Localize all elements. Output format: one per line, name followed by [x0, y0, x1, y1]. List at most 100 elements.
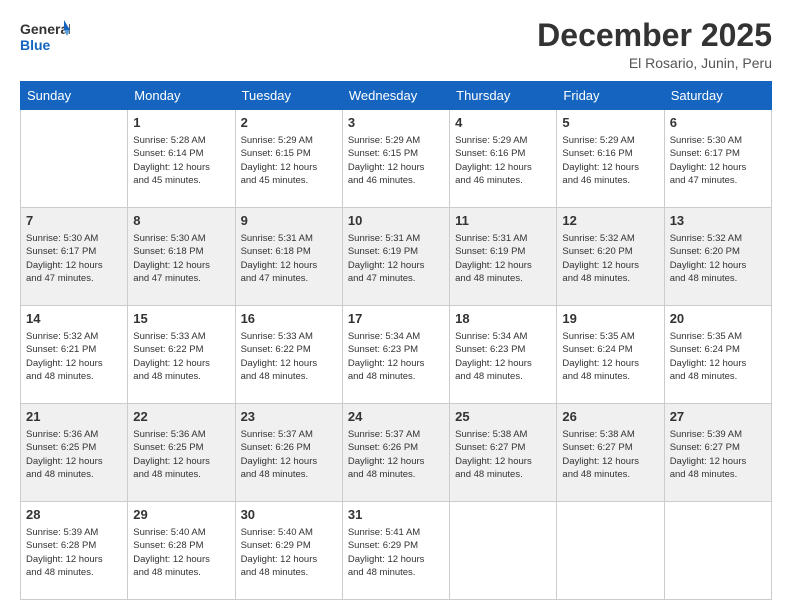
day-number: 15: [133, 310, 229, 328]
day-info: Sunrise: 5:33 AM Sunset: 6:22 PM Dayligh…: [241, 331, 318, 383]
calendar-cell: 17 Sunrise: 5:34 AM Sunset: 6:23 PM Dayli…: [342, 306, 449, 404]
title-block: December 2025 El Rosario, Junin, Peru: [537, 18, 772, 71]
day-info: Sunrise: 5:36 AM Sunset: 6:25 PM Dayligh…: [133, 429, 210, 481]
calendar-cell: 25 Sunrise: 5:38 AM Sunset: 6:27 PM Dayli…: [450, 404, 557, 502]
day-info: Sunrise: 5:30 AM Sunset: 6:17 PM Dayligh…: [26, 233, 103, 285]
day-number: 14: [26, 310, 122, 328]
day-info: Sunrise: 5:31 AM Sunset: 6:19 PM Dayligh…: [455, 233, 532, 285]
calendar-cell: 15 Sunrise: 5:33 AM Sunset: 6:22 PM Dayli…: [128, 306, 235, 404]
day-info: Sunrise: 5:34 AM Sunset: 6:23 PM Dayligh…: [455, 331, 532, 383]
svg-text:General: General: [20, 21, 70, 37]
day-number: 1: [133, 114, 229, 132]
header: General Blue December 2025 El Rosario, J…: [20, 18, 772, 71]
day-info: Sunrise: 5:31 AM Sunset: 6:19 PM Dayligh…: [348, 233, 425, 285]
day-number: 25: [455, 408, 551, 426]
header-wednesday: Wednesday: [342, 82, 449, 110]
day-info: Sunrise: 5:29 AM Sunset: 6:16 PM Dayligh…: [455, 135, 532, 187]
day-info: Sunrise: 5:37 AM Sunset: 6:26 PM Dayligh…: [241, 429, 318, 481]
calendar-cell: 29 Sunrise: 5:40 AM Sunset: 6:28 PM Dayli…: [128, 502, 235, 600]
calendar-cell: [664, 502, 771, 600]
day-number: 12: [562, 212, 658, 230]
day-number: 27: [670, 408, 766, 426]
day-info: Sunrise: 5:29 AM Sunset: 6:15 PM Dayligh…: [241, 135, 318, 187]
calendar-cell: 10 Sunrise: 5:31 AM Sunset: 6:19 PM Dayli…: [342, 208, 449, 306]
calendar-cell: 22 Sunrise: 5:36 AM Sunset: 6:25 PM Dayli…: [128, 404, 235, 502]
header-saturday: Saturday: [664, 82, 771, 110]
day-number: 8: [133, 212, 229, 230]
calendar-cell: 12 Sunrise: 5:32 AM Sunset: 6:20 PM Dayli…: [557, 208, 664, 306]
calendar-cell: 4 Sunrise: 5:29 AM Sunset: 6:16 PM Daylig…: [450, 110, 557, 208]
day-info: Sunrise: 5:32 AM Sunset: 6:20 PM Dayligh…: [562, 233, 639, 285]
day-info: Sunrise: 5:37 AM Sunset: 6:26 PM Dayligh…: [348, 429, 425, 481]
logo: General Blue: [20, 18, 70, 60]
calendar-cell: 3 Sunrise: 5:29 AM Sunset: 6:15 PM Daylig…: [342, 110, 449, 208]
day-number: 24: [348, 408, 444, 426]
calendar-cell: 2Sunrise: 5:29 AM Sunset: 6:15 PM Daylig…: [235, 110, 342, 208]
calendar-cell: 1Sunrise: 5:28 AM Sunset: 6:14 PM Daylig…: [128, 110, 235, 208]
day-info: Sunrise: 5:29 AM Sunset: 6:16 PM Dayligh…: [562, 135, 639, 187]
day-info: Sunrise: 5:40 AM Sunset: 6:29 PM Dayligh…: [241, 527, 318, 579]
calendar-cell: 9 Sunrise: 5:31 AM Sunset: 6:18 PM Daylig…: [235, 208, 342, 306]
calendar-cell: 20Sunrise: 5:35 AM Sunset: 6:24 PM Dayli…: [664, 306, 771, 404]
day-number: 4: [455, 114, 551, 132]
day-number: 10: [348, 212, 444, 230]
header-monday: Monday: [128, 82, 235, 110]
calendar-cell: 13Sunrise: 5:32 AM Sunset: 6:20 PM Dayli…: [664, 208, 771, 306]
day-info: Sunrise: 5:30 AM Sunset: 6:17 PM Dayligh…: [670, 135, 747, 187]
day-number: 19: [562, 310, 658, 328]
day-number: 29: [133, 506, 229, 524]
day-info: Sunrise: 5:38 AM Sunset: 6:27 PM Dayligh…: [562, 429, 639, 481]
day-number: 17: [348, 310, 444, 328]
header-friday: Friday: [557, 82, 664, 110]
day-info: Sunrise: 5:40 AM Sunset: 6:28 PM Dayligh…: [133, 527, 210, 579]
day-number: 11: [455, 212, 551, 230]
day-number: 5: [562, 114, 658, 132]
day-info: Sunrise: 5:34 AM Sunset: 6:23 PM Dayligh…: [348, 331, 425, 383]
calendar-table: SundayMondayTuesdayWednesdayThursdayFrid…: [20, 81, 772, 600]
day-info: Sunrise: 5:38 AM Sunset: 6:27 PM Dayligh…: [455, 429, 532, 481]
day-number: 28: [26, 506, 122, 524]
logo-svg: General Blue: [20, 18, 70, 60]
day-number: 22: [133, 408, 229, 426]
subtitle: El Rosario, Junin, Peru: [537, 55, 772, 71]
day-info: Sunrise: 5:36 AM Sunset: 6:25 PM Dayligh…: [26, 429, 103, 481]
main-title: December 2025: [537, 18, 772, 53]
calendar-cell: 27Sunrise: 5:39 AM Sunset: 6:27 PM Dayli…: [664, 404, 771, 502]
calendar-cell: [21, 110, 128, 208]
calendar-cell: [557, 502, 664, 600]
day-number: 13: [670, 212, 766, 230]
calendar-cell: 21 Sunrise: 5:36 AM Sunset: 6:25 PM Dayli…: [21, 404, 128, 502]
day-number: 26: [562, 408, 658, 426]
day-number: 23: [241, 408, 337, 426]
calendar-cell: 26 Sunrise: 5:38 AM Sunset: 6:27 PM Dayli…: [557, 404, 664, 502]
calendar-cell: 23 Sunrise: 5:37 AM Sunset: 6:26 PM Dayli…: [235, 404, 342, 502]
calendar-header-row: SundayMondayTuesdayWednesdayThursdayFrid…: [21, 82, 772, 110]
header-sunday: Sunday: [21, 82, 128, 110]
day-number: 9: [241, 212, 337, 230]
day-number: 16: [241, 310, 337, 328]
calendar-cell: 14Sunrise: 5:32 AM Sunset: 6:21 PM Dayli…: [21, 306, 128, 404]
day-info: Sunrise: 5:29 AM Sunset: 6:15 PM Dayligh…: [348, 135, 425, 187]
calendar-cell: 31Sunrise: 5:41 AM Sunset: 6:29 PM Dayli…: [342, 502, 449, 600]
day-number: 3: [348, 114, 444, 132]
week-row-5: 28 Sunrise: 5:39 AM Sunset: 6:28 PM Dayli…: [21, 502, 772, 600]
day-info: Sunrise: 5:33 AM Sunset: 6:22 PM Dayligh…: [133, 331, 210, 383]
calendar-cell: 16 Sunrise: 5:33 AM Sunset: 6:22 PM Dayli…: [235, 306, 342, 404]
day-number: 7: [26, 212, 122, 230]
day-number: 30: [241, 506, 337, 524]
week-row-4: 21 Sunrise: 5:36 AM Sunset: 6:25 PM Dayli…: [21, 404, 772, 502]
calendar-cell: [450, 502, 557, 600]
page: General Blue December 2025 El Rosario, J…: [0, 0, 792, 612]
day-info: Sunrise: 5:31 AM Sunset: 6:18 PM Dayligh…: [241, 233, 318, 285]
day-info: Sunrise: 5:39 AM Sunset: 6:28 PM Dayligh…: [26, 527, 103, 579]
day-info: Sunrise: 5:41 AM Sunset: 6:29 PM Dayligh…: [348, 527, 425, 579]
calendar-cell: 24 Sunrise: 5:37 AM Sunset: 6:26 PM Dayli…: [342, 404, 449, 502]
day-number: 6: [670, 114, 766, 132]
day-info: Sunrise: 5:35 AM Sunset: 6:24 PM Dayligh…: [670, 331, 747, 383]
week-row-3: 14Sunrise: 5:32 AM Sunset: 6:21 PM Dayli…: [21, 306, 772, 404]
calendar-cell: 18Sunrise: 5:34 AM Sunset: 6:23 PM Dayli…: [450, 306, 557, 404]
day-number: 21: [26, 408, 122, 426]
day-info: Sunrise: 5:35 AM Sunset: 6:24 PM Dayligh…: [562, 331, 639, 383]
calendar-cell: 11 Sunrise: 5:31 AM Sunset: 6:19 PM Dayli…: [450, 208, 557, 306]
day-info: Sunrise: 5:30 AM Sunset: 6:18 PM Dayligh…: [133, 233, 210, 285]
